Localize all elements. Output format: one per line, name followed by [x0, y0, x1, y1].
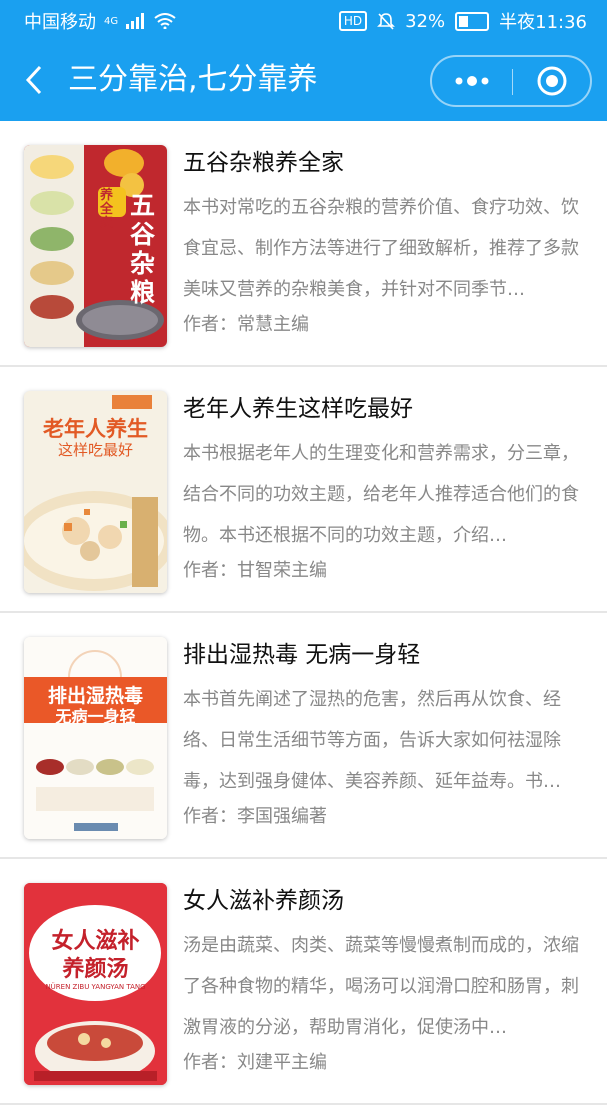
- book-item[interactable]: 养全家 五谷杂粮 五谷杂粮养全家 本书对常吃的五谷杂粮的营养价值、食疗功效、饮食…: [0, 121, 607, 367]
- clock: 半夜11:36: [499, 12, 587, 33]
- book-description: 汤是由蔬菜、肉类、蔬菜等慢慢煮制而成的，浓缩了各种食物的精华，喝汤可以润滑口腔和…: [183, 935, 579, 1038]
- more-dots-icon: [455, 76, 489, 86]
- app-header: 中国移动 4G HD 32% 半夜11:36 三分靠治,七分靠养: [0, 0, 607, 121]
- book-title: 排出湿热毒 无病一身轻: [183, 642, 421, 668]
- book-title: 老年人养生这样吃最好: [183, 396, 413, 422]
- signal-icon: [126, 13, 145, 29]
- book-description: 本书根据老年人的生理变化和营养需求，分三章，结合不同的功效主题，给老年人推荐适合…: [183, 443, 579, 546]
- carrier-label: 中国移动: [24, 12, 96, 33]
- book-title: 五谷杂粮养全家: [183, 150, 344, 176]
- navigation-bar: 三分靠治,七分靠养: [0, 50, 607, 114]
- book-author: 作者：甘智荣主编: [183, 560, 327, 581]
- hd-icon: HD: [338, 11, 368, 31]
- chevron-left-icon: [25, 65, 42, 95]
- cover-pinyin: NÜREN ZIBU YANGYAN TANG: [45, 983, 146, 991]
- battery-percent: 32%: [405, 10, 446, 32]
- book-item[interactable]: 女人滋补 养颜汤 NÜREN ZIBU YANGYAN TANG 女人滋补养颜汤…: [0, 859, 607, 1105]
- cover-title: 五谷杂粮: [130, 191, 156, 307]
- book-cover: 女人滋补 养颜汤 NÜREN ZIBU YANGYAN TANG: [24, 883, 167, 1085]
- book-title: 女人滋补养颜汤: [183, 888, 344, 914]
- back-button[interactable]: [22, 60, 62, 100]
- battery-icon: [455, 11, 490, 31]
- cover-title-line2: 无病一身轻: [55, 707, 136, 726]
- book-item[interactable]: 老年人养生 这样吃最好 老年人养生这样吃最好 本书根据老年人的生理变化和营养需求…: [0, 367, 607, 613]
- book-description: 本书首先阐述了湿热的危害，然后再从饮食、经络、日常生活细节等方面，告诉大家如何祛…: [183, 689, 561, 792]
- book-author: 作者：李国强编著: [183, 806, 327, 827]
- cover-title-line2: 这样吃最好: [57, 441, 133, 459]
- network-type: 4G: [104, 15, 119, 27]
- page-title: 三分靠治,七分靠养: [68, 62, 318, 97]
- mute-bell-icon: [377, 13, 396, 30]
- wifi-icon: [154, 13, 176, 29]
- status-bar: 中国移动 4G HD 32% 半夜11:36: [0, 0, 607, 42]
- cover-title-line2: 养颜汤: [62, 956, 129, 982]
- book-cover: 养全家 五谷杂粮: [24, 145, 167, 347]
- book-cover: 排出湿热毒 无病一身轻: [24, 637, 167, 839]
- book-description: 本书对常吃的五谷杂粮的营养价值、食疗功效、饮食宜忌、制作方法等进行了细致解析，推…: [183, 197, 579, 300]
- book-item[interactable]: 排出湿热毒 无病一身轻 排出湿热毒 无病一身轻 本书首先阐述了湿热的危害，然后再…: [0, 613, 607, 859]
- book-cover: 老年人养生 这样吃最好: [24, 391, 167, 593]
- close-button[interactable]: [513, 57, 590, 105]
- more-button[interactable]: [432, 57, 512, 105]
- target-close-icon: [537, 66, 566, 96]
- miniprogram-capsule: [430, 55, 592, 107]
- cover-art: [24, 637, 167, 839]
- book-author: 作者：常慧主编: [183, 314, 309, 335]
- cover-badge: 养全家: [100, 188, 114, 231]
- book-author: 作者：刘建平主编: [183, 1052, 327, 1073]
